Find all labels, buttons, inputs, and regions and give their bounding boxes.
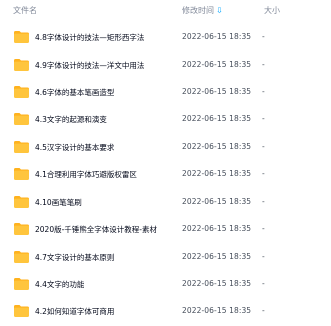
folder-icon <box>14 86 29 98</box>
modified-time: 2022-06-15 18:35 <box>182 306 252 315</box>
file-name[interactable]: 4.9字体设计的技法—洋文中用法 <box>35 60 144 71</box>
file-row[interactable]: 4.8字体设计的技法—矩形西字法 2022-06-15 18:35 - <box>0 24 331 52</box>
sort-down-icon[interactable]: ⇩ <box>216 6 223 15</box>
file-size: - <box>262 224 265 233</box>
file-name[interactable]: 4.3文字的起源和演变 <box>35 114 107 125</box>
file-row[interactable]: 4.2如何知道字体可商用 2022-06-15 18:35 - <box>0 298 331 326</box>
file-name[interactable]: 4.10画笔笔刷 <box>35 197 82 208</box>
modified-time: 2022-06-15 18:35 <box>182 114 252 123</box>
file-size: - <box>262 279 265 288</box>
file-row[interactable]: 4.9字体设计的技法—洋文中用法 2022-06-15 18:35 - <box>0 52 331 80</box>
modified-time: 2022-06-15 18:35 <box>182 169 252 178</box>
modified-time: 2022-06-15 18:35 <box>182 60 252 69</box>
column-header-size[interactable]: 大小 <box>264 5 280 16</box>
folder-icon <box>14 168 29 180</box>
file-size: - <box>262 142 265 151</box>
file-name[interactable]: 4.8字体设计的技法—矩形西字法 <box>35 32 144 43</box>
folder-icon <box>14 196 29 208</box>
file-name[interactable]: 4.2如何知道字体可商用 <box>35 306 114 317</box>
file-name[interactable]: 4.4文字的功能 <box>35 279 84 290</box>
file-name[interactable]: 4.6字体的基本笔画造型 <box>35 87 114 98</box>
file-row[interactable]: 4.4文字的功能 2022-06-15 18:35 - <box>0 271 331 299</box>
file-row[interactable]: 4.5汉字设计的基本要求 2022-06-15 18:35 - <box>0 134 331 162</box>
file-row[interactable]: 4.7文字设计的基本原则 2022-06-15 18:35 - <box>0 244 331 272</box>
file-size: - <box>262 32 265 41</box>
file-size: - <box>262 252 265 261</box>
modified-time: 2022-06-15 18:35 <box>182 252 252 261</box>
modified-time: 2022-06-15 18:35 <box>182 142 252 151</box>
file-row[interactable]: 4.6字体的基本笔画造型 2022-06-15 18:35 - <box>0 79 331 107</box>
folder-icon <box>14 278 29 290</box>
file-size: - <box>262 306 265 315</box>
file-name[interactable]: 4.1合理利用字体巧避版权雷区 <box>35 169 137 180</box>
folder-icon <box>14 251 29 263</box>
column-header-name[interactable]: 文件名 <box>13 5 37 16</box>
file-row[interactable]: 4.3文字的起源和演变 2022-06-15 18:35 - <box>0 106 331 134</box>
modified-time: 2022-06-15 18:35 <box>182 197 252 206</box>
file-row[interactable]: 4.10画笔笔刷 2022-06-15 18:35 - <box>0 189 331 217</box>
modified-time: 2022-06-15 18:35 <box>182 32 252 41</box>
folder-icon <box>14 305 29 317</box>
file-size: - <box>262 60 265 69</box>
file-name[interactable]: 4.7文字设计的基本原则 <box>35 252 114 263</box>
list-header: 文件名 修改时间 ⇩ 大小 <box>0 0 331 24</box>
modified-time: 2022-06-15 18:35 <box>182 87 252 96</box>
folder-icon <box>14 59 29 71</box>
column-header-modified[interactable]: 修改时间 ⇩ <box>182 5 223 16</box>
file-size: - <box>262 197 265 206</box>
file-size: - <box>262 169 265 178</box>
modified-time: 2022-06-15 18:35 <box>182 279 252 288</box>
folder-icon <box>14 113 29 125</box>
file-name[interactable]: 4.5汉字设计的基本要求 <box>35 142 114 153</box>
file-name[interactable]: 2020版-千锤熊全字体设计教程-素材 <box>35 224 157 235</box>
file-row[interactable]: 4.1合理利用字体巧避版权雷区 2022-06-15 18:35 - <box>0 161 331 189</box>
file-row[interactable]: 2020版-千锤熊全字体设计教程-素材 2022-06-15 18:35 - <box>0 216 331 244</box>
modified-time: 2022-06-15 18:35 <box>182 224 252 233</box>
folder-icon <box>14 223 29 235</box>
file-list: 文件名 修改时间 ⇩ 大小 4.8字体设计的技法—矩形西字法 2022-06-15 … <box>0 0 331 317</box>
folder-icon <box>14 31 29 43</box>
file-size: - <box>262 87 265 96</box>
column-header-modified-label: 修改时间 <box>182 6 214 15</box>
folder-icon <box>14 141 29 153</box>
file-size: - <box>262 114 265 123</box>
